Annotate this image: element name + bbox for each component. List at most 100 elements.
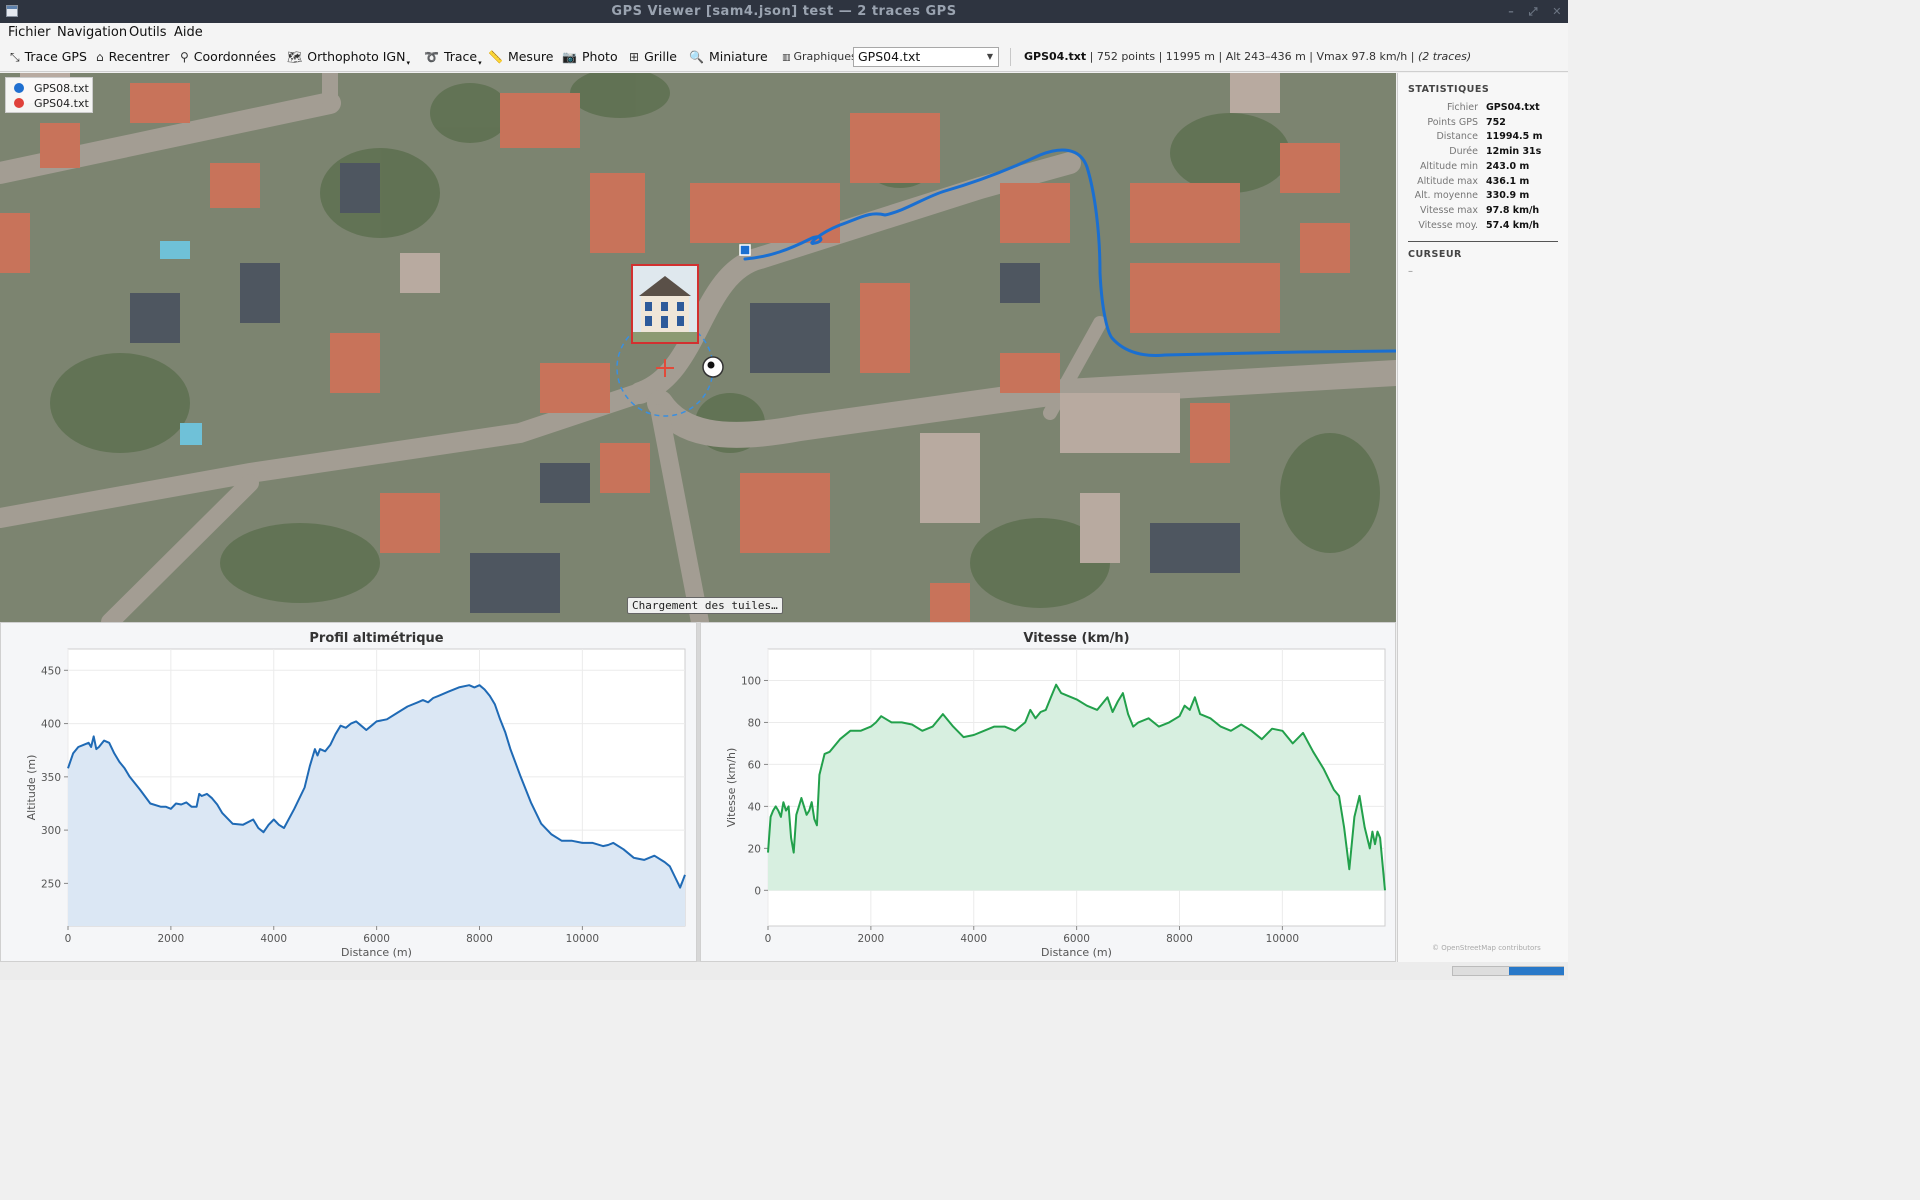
chart-icon: ▥: [782, 53, 791, 63]
menu-aide[interactable]: Aide: [174, 23, 203, 42]
stats-value: 752: [1486, 116, 1506, 128]
grille-label: Grille: [644, 49, 677, 64]
mesure-button[interactable]: 📏 Mesure: [488, 42, 553, 72]
close-button[interactable]: ✕: [1552, 5, 1562, 18]
stats-value: GPS04.txt: [1486, 102, 1540, 113]
y-tick-label: 450: [41, 665, 61, 677]
x-tick-label: 10000: [566, 933, 599, 945]
cursor-cross-icon: [656, 359, 674, 377]
stats-key: Durée: [1449, 146, 1478, 158]
loop-icon: ➰: [424, 50, 439, 64]
altitude-chart-panel[interactable]: 0 2000 4000 6000 8000 10000 250 300 350 400 450 Pro…: [0, 622, 697, 962]
legend-label-gps04: GPS04.txt: [34, 97, 89, 110]
x-tick-label: 8000: [466, 933, 493, 945]
house-photo-icon: [633, 266, 697, 342]
stats-row: Alt. moyenne 330.9 m: [1398, 189, 1569, 203]
trace-gps-button[interactable]: ⤡ Trace GPS: [10, 42, 87, 72]
x-tick-label: 10000: [1266, 933, 1299, 945]
menu-outils[interactable]: Outils: [129, 23, 167, 42]
magnifier-icon: 🔍: [689, 50, 704, 64]
grille-button[interactable]: ⊞ Grille: [629, 42, 677, 72]
stats-row: Altitude max 436.1 m: [1398, 175, 1569, 189]
y-tick-label: 80: [748, 717, 761, 729]
stats-key: Fichier: [1446, 102, 1478, 113]
orthophoto-ign-button[interactable]: 🗺 Orthophoto IGN▾: [287, 42, 410, 72]
status-bar: [0, 962, 1568, 980]
legend-dot-blue: [14, 83, 24, 93]
stats-value: 330.9 m: [1486, 190, 1530, 202]
legend-item-gps08[interactable]: GPS08.txt: [14, 81, 89, 96]
menu-navigation[interactable]: Navigation: [57, 23, 127, 42]
summary-traces: (2 traces): [1417, 50, 1472, 63]
trace-gps-label: Trace GPS: [24, 49, 87, 64]
eye-pupil: [707, 361, 715, 369]
stats-key: Points GPS: [1427, 116, 1478, 128]
orthophoto-ign-label: Orthophoto IGN: [307, 49, 406, 64]
photo-thumbnail[interactable]: [631, 264, 699, 344]
stats-row: Fichier GPS04.txt: [1398, 101, 1569, 115]
legend-dot-red: [14, 98, 24, 108]
ruler-icon: 📏: [488, 50, 503, 64]
miniature-button[interactable]: 🔍 Miniature: [689, 42, 768, 72]
maximize-button[interactable]: ⤢: [1529, 5, 1538, 18]
stats-value: 97.8 km/h: [1486, 204, 1540, 216]
track-start-marker[interactable]: [739, 244, 751, 256]
menu-fichier[interactable]: Fichier: [8, 23, 51, 42]
graph-trace-select[interactable]: GPS04.txt ▼: [853, 47, 999, 67]
x-tick-label: 6000: [1063, 933, 1090, 945]
stats-key: Alt. moyenne: [1414, 190, 1478, 202]
stats-row: Points GPS 752: [1398, 116, 1569, 130]
stats-value: 436.1 m: [1486, 175, 1530, 187]
mesure-label: Mesure: [507, 49, 554, 64]
altitude-chart[interactable]: 0 2000 4000 6000 8000 10000 250 300 350 400 450 Pro…: [1, 623, 698, 963]
map-view[interactable]: GPS08.txt GPS04.txt Chargement des tuile…: [0, 73, 1396, 622]
photo-label: Photo: [581, 49, 618, 64]
coordonnees-label: Coordonnées: [193, 49, 277, 64]
x-tick-label: 8000: [1166, 933, 1193, 945]
minimize-button[interactable]: –: [1508, 5, 1514, 18]
stats-value: 12min 31s: [1486, 146, 1542, 158]
pin-icon: ⚲: [180, 50, 189, 64]
progress-fill: [1509, 967, 1564, 975]
tile-progress-bar: [1452, 966, 1564, 976]
recentrer-button[interactable]: ⌂ Recentrer: [96, 42, 170, 72]
y-tick-label: 400: [41, 719, 61, 731]
chart-title: Profil altimétrique: [309, 631, 443, 646]
legend-item-gps04[interactable]: GPS04.txt: [14, 96, 89, 111]
stats-row: Altitude min 243.0 m: [1398, 160, 1569, 174]
speed-chart[interactable]: 0 2000 4000 6000 8000 10000 0 20 40 60 80 100 Vitess…: [701, 623, 1397, 963]
photo-button[interactable]: 📷 Photo: [562, 42, 618, 72]
window-title: GPS Viewer [sam4.json] test — 2 traces G…: [611, 4, 957, 19]
stats-key: Distance: [1436, 131, 1478, 143]
stats-value: 11994.5 m: [1486, 131, 1543, 143]
summary-file: GPS04.txt: [1024, 50, 1087, 63]
chart-title: Vitesse (km/h): [1023, 631, 1129, 646]
coordonnees-button[interactable]: ⚲ Coordonnées: [180, 42, 276, 72]
menu-bar: Fichier Navigation Outils Aide: [0, 23, 1568, 42]
recentrer-label: Recentrer: [108, 49, 170, 64]
y-axis-label: Altitude (m): [25, 755, 38, 821]
stats-value: 243.0 m: [1486, 160, 1530, 172]
x-tick-label: 4000: [960, 933, 987, 945]
cursor-value: –: [1408, 266, 1413, 277]
grid-icon: ⊞: [629, 50, 640, 64]
y-tick-label: 250: [41, 878, 61, 890]
chevron-down-icon: ▼: [986, 52, 993, 61]
gps-track[interactable]: [743, 148, 1396, 357]
toolbar-separator: [1010, 48, 1011, 66]
x-axis-label: Distance (m): [341, 946, 412, 959]
stats-row: Distance 11994.5 m: [1398, 130, 1569, 144]
legend-label-gps08: GPS08.txt: [34, 82, 89, 95]
miniature-label: Miniature: [708, 49, 768, 64]
trace-menu-button[interactable]: ➰ Trace▾: [424, 42, 482, 72]
speed-chart-panel[interactable]: 0 2000 4000 6000 8000 10000 0 20 40 60 80 100 Vitess…: [700, 622, 1396, 962]
stats-row: Vitesse max 97.8 km/h: [1398, 204, 1569, 218]
app-icon: [6, 5, 18, 17]
y-tick-label: 0: [754, 885, 761, 897]
stats-key: Altitude min: [1419, 160, 1478, 172]
stats-key: Vitesse moy.: [1418, 219, 1478, 231]
window-titlebar: GPS Viewer [sam4.json] test — 2 traces G…: [0, 0, 1568, 23]
x-tick-label: 0: [765, 933, 772, 945]
stats-value: 57.4 km/h: [1486, 219, 1540, 231]
track-overlay: [616, 148, 1396, 417]
